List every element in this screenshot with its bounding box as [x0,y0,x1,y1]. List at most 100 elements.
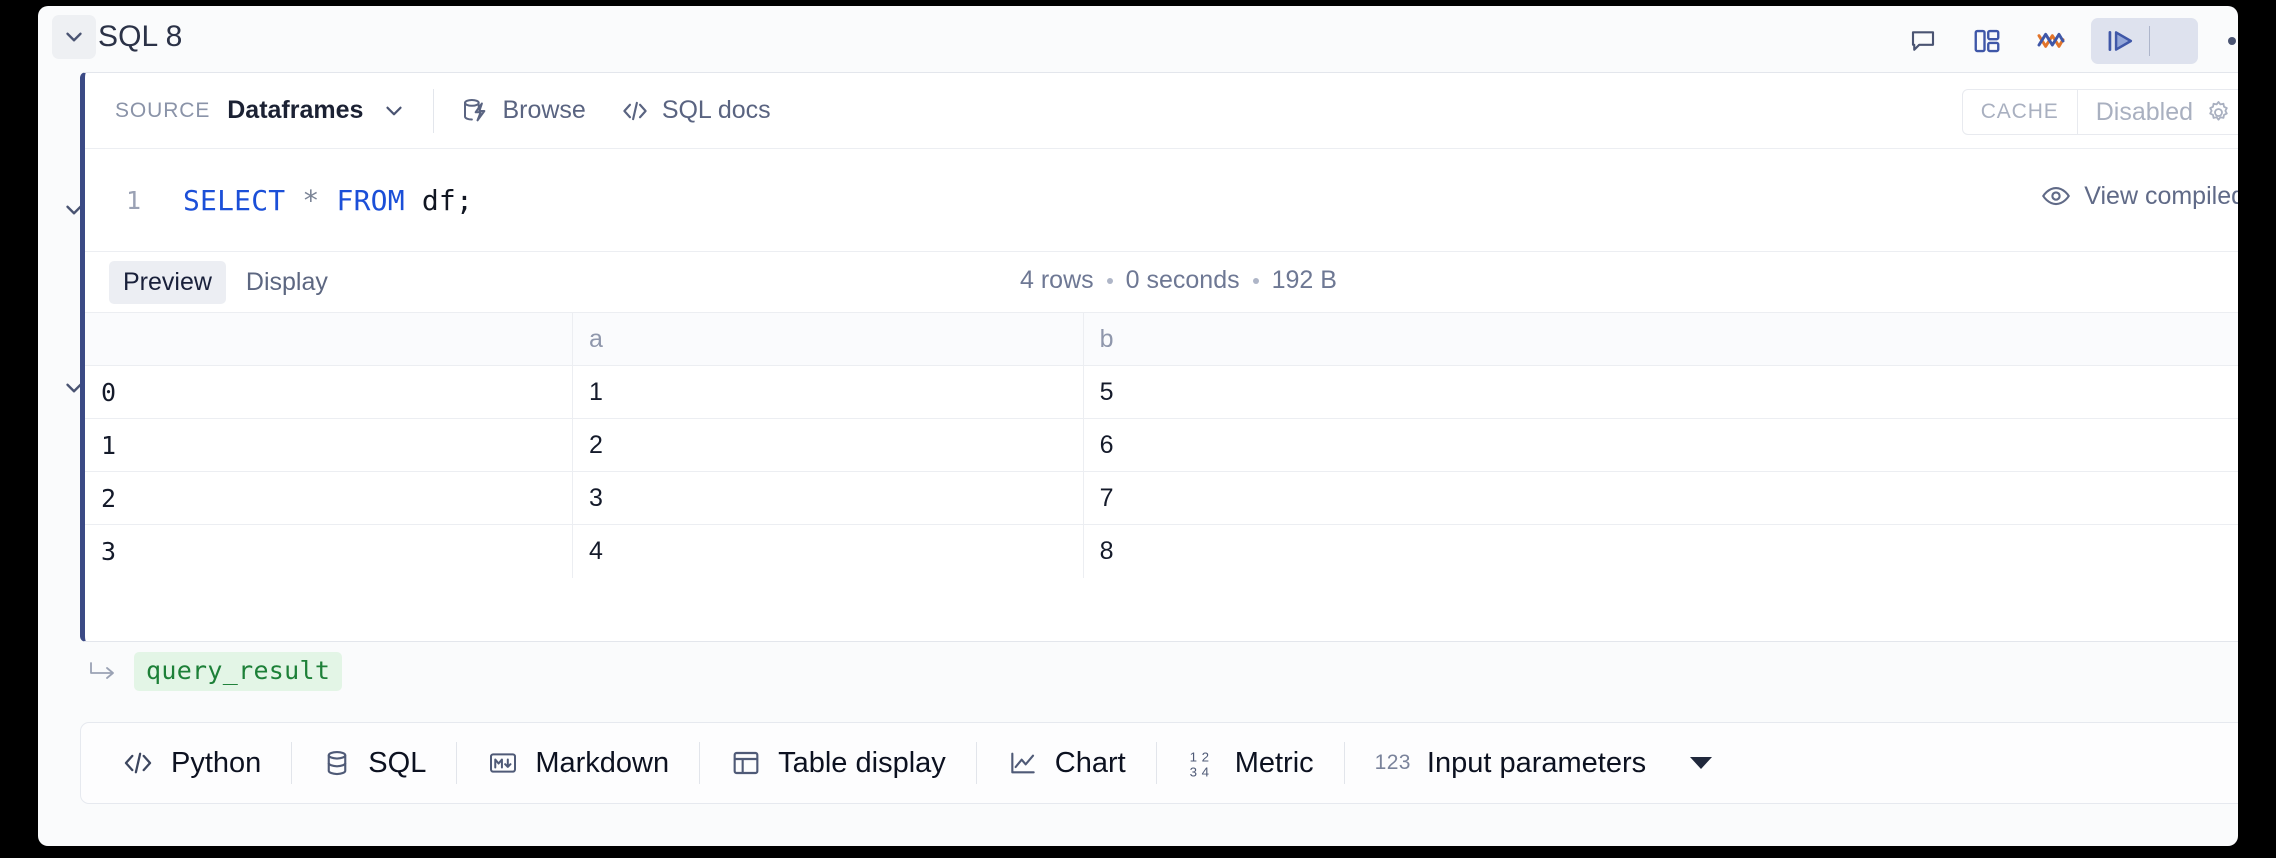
screenshot-root: SQL 8 [0,0,2276,858]
markdown-icon [487,747,519,779]
cell-b[interactable]: 8 [1083,525,2238,578]
sql-editor[interactable]: 1 SELECT * FROM df; View compiled [85,149,2238,252]
table-row[interactable]: 0 1 5 [85,366,2238,419]
cell-index: 1 [85,419,573,472]
add-input-parameters-label: Input parameters [1427,747,1646,780]
tab-display[interactable]: Display [232,261,342,304]
table-row[interactable]: 2 3 7 [85,472,2238,525]
add-python-button[interactable]: Python [115,746,291,780]
svg-text:2: 2 [1201,750,1208,765]
svg-text:1: 1 [1189,750,1196,765]
column-header-index[interactable] [85,313,573,366]
cell-index: 0 [85,366,573,419]
sql-docs-button[interactable]: SQL docs [620,96,771,126]
stat-separator-dot [1107,278,1113,284]
cell-a[interactable]: 2 [573,419,1084,472]
cell-a[interactable]: 1 [573,366,1084,419]
cache-setting[interactable]: CACHE Disabled [1962,89,2238,135]
table-row[interactable]: 3 4 8 [85,525,2238,578]
comment-icon[interactable] [1897,18,1949,64]
add-cell-bar: Python SQL Markdown [80,722,2238,804]
layout-panels-icon[interactable] [1961,18,2013,64]
cell-b[interactable]: 5 [1083,366,2238,419]
sql-keyword-select: SELECT [183,184,285,217]
add-chart-label: Chart [1055,747,1126,780]
database-icon [322,747,352,779]
add-markdown-button[interactable]: Markdown [457,747,699,780]
stat-separator-dot [1253,278,1259,284]
result-table: a b 0 1 5 1 2 6 2 3 7 [85,312,2238,578]
arrow-return-icon [86,657,120,687]
cell-a[interactable]: 3 [573,472,1084,525]
cell-title-row: SQL 8 [38,6,2238,78]
chevron-down-icon[interactable] [381,98,407,124]
source-bar: SOURCE Dataframes Browse [85,73,2238,149]
cell-index: 2 [85,472,573,525]
source-divider [433,89,434,133]
line-number: 1 [85,186,147,215]
cell-b[interactable]: 7 [1083,472,2238,525]
sql-cell-card: SOURCE Dataframes Browse [80,72,2238,642]
numbers-grid-icon: 1 2 3 4 [1187,747,1219,779]
sql-code-line[interactable]: SELECT * FROM df; [183,184,473,217]
cache-label: CACHE [1963,90,2078,134]
cell-b[interactable]: 6 [1083,419,2238,472]
result-stats: 4 rows 0 seconds 192 B [1020,266,1337,295]
stat-time: 0 seconds [1126,266,1240,295]
eye-icon [2041,181,2071,211]
cell-index: 3 [85,525,573,578]
run-cell-icon[interactable] [2093,18,2149,64]
line-chart-icon [1007,747,1039,779]
tab-preview[interactable]: Preview [109,261,226,304]
zigzag-chart-icon[interactable] [2025,18,2077,64]
add-python-label: Python [171,747,261,780]
numbers-123-icon: 123 [1375,751,1411,775]
collapse-cell-chevron-icon[interactable] [52,15,96,59]
code-brackets-icon [121,746,155,780]
table-row[interactable]: 1 2 6 [85,419,2238,472]
caret-down-solid-icon[interactable] [1688,754,1714,772]
stat-rows: 4 rows [1020,266,1094,295]
add-table-display-button[interactable]: Table display [700,747,976,780]
sql-keyword-from: FROM [337,184,405,217]
add-chart-button[interactable]: Chart [977,747,1156,780]
run-cell-button-group[interactable] [2091,18,2198,64]
stat-size: 192 B [1272,266,1337,295]
svg-text:4: 4 [1201,764,1209,779]
cache-value-label: Disabled [2096,98,2193,127]
sql-star: * [302,184,319,217]
database-lightning-icon [460,96,490,126]
column-header-b[interactable]: b [1083,313,2238,366]
browse-button[interactable]: Browse [460,96,585,126]
page-title: SQL 8 [98,20,182,54]
cell-toolbar [1885,12,2238,70]
add-sql-label: SQL [368,747,426,780]
add-markdown-label: Markdown [535,747,669,780]
more-horizontal-icon[interactable] [2220,18,2238,64]
add-table-display-label: Table display [778,747,946,780]
notebook-cell-frame: SQL 8 [38,6,2238,846]
source-label: SOURCE [115,99,210,123]
sql-table-identifier: df; [422,184,473,217]
view-compiled-button[interactable]: View compiled [2041,181,2238,211]
gear-icon[interactable] [2205,99,2232,126]
sql-docs-label: SQL docs [662,96,771,125]
column-header-a[interactable]: a [573,313,1084,366]
result-tabs-bar: Preview Display 4 rows 0 seconds 192 B [85,252,2238,312]
output-variable: query_result [86,652,342,691]
source-select-value[interactable]: Dataframes [227,96,363,125]
add-sql-button[interactable]: SQL [292,747,456,780]
cell-a[interactable]: 4 [573,525,1084,578]
svg-text:3: 3 [1189,764,1196,779]
view-compiled-label: View compiled [2084,182,2238,211]
add-metric-button[interactable]: 1 2 3 4 Metric [1157,747,1344,780]
add-metric-label: Metric [1235,747,1314,780]
output-variable-name[interactable]: query_result [134,652,342,691]
table-header-row: a b [85,313,2238,366]
run-options-chevron-down-icon[interactable] [2150,18,2196,64]
table-icon [730,747,762,779]
cache-value[interactable]: Disabled [2078,90,2238,134]
code-brackets-icon [620,96,650,126]
browse-label: Browse [502,96,585,125]
add-input-parameters-button[interactable]: 123 Input parameters [1345,747,1744,780]
